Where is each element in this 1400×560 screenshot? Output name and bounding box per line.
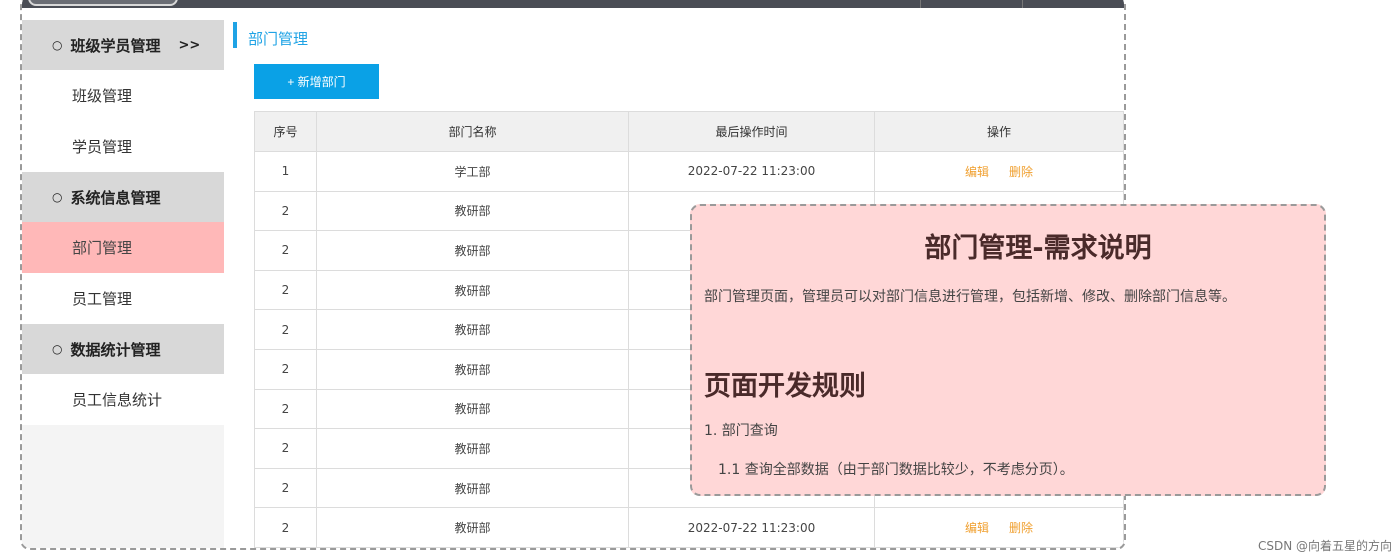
top-header-bar — [22, 0, 1124, 8]
table-header-row: 序号 部门名称 最后操作时间 操作 — [254, 111, 1124, 152]
header-divider — [1022, 0, 1023, 8]
note-rule-item: 1. 部门查询 — [704, 423, 778, 439]
sidebar-item-class-management[interactable]: 班级管理 — [22, 70, 224, 121]
note-section-title: 页面开发规则 — [704, 371, 866, 402]
edit-link[interactable]: 编辑 — [965, 165, 989, 179]
cell-index: 2 — [254, 269, 317, 311]
header-divider — [920, 0, 921, 8]
delete-link[interactable]: 删除 — [1009, 521, 1033, 535]
note-description: 部门管理页面，管理员可以对部门信息进行管理，包括新增、修改、删除部门信息等。 — [704, 289, 1236, 305]
cell-index: 2 — [254, 190, 317, 232]
breadcrumb-accent-bar — [233, 22, 237, 48]
cell-actions: 编辑 删除 — [874, 151, 1124, 192]
circle-bullet-icon: ○ — [52, 38, 63, 52]
note-title: 部门管理-需求说明 — [924, 233, 1152, 264]
cell-department-name: 教研部 — [316, 190, 629, 232]
column-header-name: 部门名称 — [316, 111, 629, 152]
cell-last-operation-time: 2022-07-22 11:23:00 — [628, 507, 875, 548]
cell-index: 2 — [254, 467, 317, 509]
breadcrumb: 部门管理 — [248, 30, 309, 48]
cell-index: 2 — [254, 507, 317, 548]
table-row: 2 教研部 2022-07-22 11:23:00 编辑 删除 — [254, 507, 1124, 548]
sidebar-group-label: 班级学员管理 — [70, 36, 161, 55]
cell-department-name: 教研部 — [316, 348, 629, 390]
cell-index: 2 — [254, 348, 317, 390]
note-rule-subitem: 1.1 查询全部数据（由于部门数据比较少，不考虑分页）。 — [718, 462, 1074, 478]
sidebar-group-class-student[interactable]: ○ 班级学员管理 >> — [22, 20, 224, 70]
sidebar-item-employee-statistics[interactable]: 员工信息统计 — [22, 374, 224, 425]
cell-index: 2 — [254, 428, 317, 469]
cell-department-name: 教研部 — [316, 309, 629, 350]
cell-department-name: 学工部 — [316, 151, 629, 192]
cell-department-name: 教研部 — [316, 230, 629, 271]
logo — [28, 0, 178, 6]
cell-department-name: 教研部 — [316, 507, 629, 548]
add-department-button[interactable]: + 新增部门 — [254, 64, 379, 99]
collapse-arrows-icon[interactable]: >> — [179, 38, 201, 53]
column-header-index: 序号 — [254, 111, 317, 152]
sidebar-group-statistics[interactable]: ○ 数据统计管理 — [22, 324, 224, 374]
cell-department-name: 教研部 — [316, 269, 629, 311]
column-header-actions: 操作 — [874, 111, 1124, 152]
column-header-time: 最后操作时间 — [628, 111, 875, 152]
cell-index: 2 — [254, 230, 317, 271]
delete-link[interactable]: 删除 — [1009, 165, 1033, 179]
sidebar-group-system-info[interactable]: ○ 系统信息管理 — [22, 172, 224, 222]
watermark: CSDN @向着五星的方向 — [1257, 539, 1392, 553]
cell-department-name: 教研部 — [316, 428, 629, 469]
edit-link[interactable]: 编辑 — [965, 521, 989, 535]
header-title-fragment — [292, 0, 592, 6]
sidebar-item-department-management[interactable]: 部门管理 — [22, 222, 224, 273]
sidebar-group-label: 数据统计管理 — [70, 340, 161, 359]
sidebar-menu: ○ 班级学员管理 >> 班级管理 学员管理 ○ 系统信息管理 部门管理 员工管理… — [22, 20, 224, 548]
cell-index: 2 — [254, 388, 317, 430]
requirements-note-panel: 部门管理-需求说明 部门管理页面，管理员可以对部门信息进行管理，包括新增、修改、… — [690, 204, 1326, 496]
cell-actions: 编辑 删除 — [874, 507, 1124, 548]
sidebar-item-student-management[interactable]: 学员管理 — [22, 121, 224, 172]
sidebar-group-label: 系统信息管理 — [70, 188, 161, 207]
circle-bullet-icon: ○ — [52, 342, 63, 356]
cell-department-name: 教研部 — [316, 467, 629, 509]
circle-bullet-icon: ○ — [52, 190, 63, 204]
table-row: 1 学工部 2022-07-22 11:23:00 编辑 删除 — [254, 151, 1124, 192]
cell-index: 1 — [254, 151, 317, 192]
cell-index: 2 — [254, 309, 317, 350]
cell-last-operation-time: 2022-07-22 11:23:00 — [628, 151, 875, 192]
sidebar-item-employee-management[interactable]: 员工管理 — [22, 273, 224, 324]
cell-department-name: 教研部 — [316, 388, 629, 430]
